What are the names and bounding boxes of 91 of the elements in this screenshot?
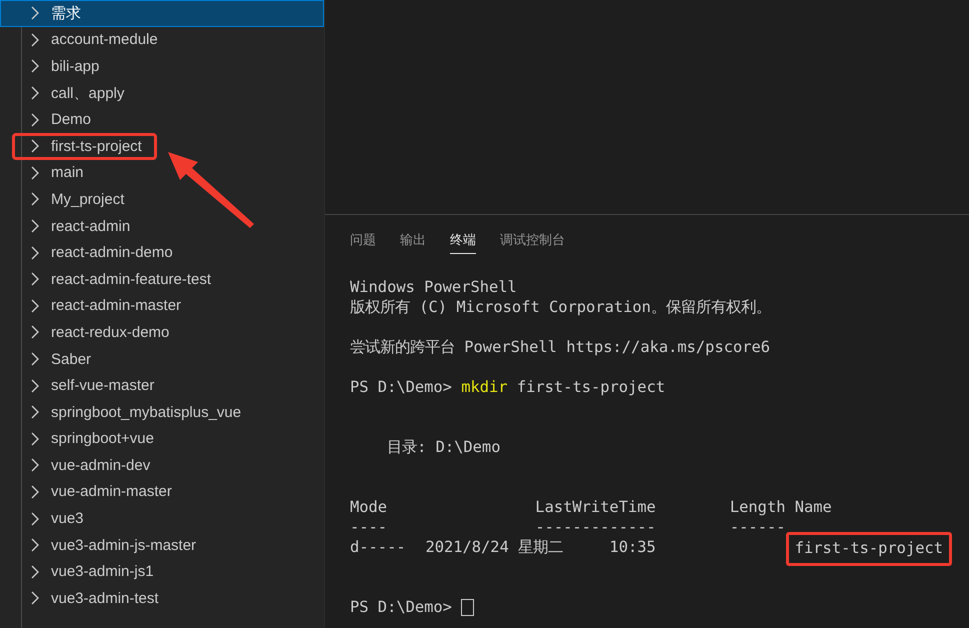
- chevron-icon: [30, 484, 40, 500]
- folder-item[interactable]: react-admin: [0, 212, 324, 240]
- folder-name: 需求: [50, 4, 82, 24]
- folder-item[interactable]: vue-admin-dev: [0, 452, 324, 479]
- folder-item[interactable]: bili-app: [0, 53, 324, 80]
- chevron-icon: [30, 430, 40, 447]
- command-argument: first-ts-project: [516, 378, 666, 396]
- folder-item[interactable]: springboot+vue: [0, 426, 324, 452]
- folder-item[interactable]: first-ts-project: [0, 132, 324, 160]
- folder-item[interactable]: react-redux-demo: [0, 319, 324, 346]
- column-underline: ----: [350, 517, 388, 537]
- chevron-icon: [30, 164, 40, 181]
- table-cell: first-ts-project: [786, 532, 952, 566]
- terminal-command: mkdir: [461, 378, 508, 396]
- folder-name: vue3: [50, 509, 85, 530]
- table-cell-text: 2021/8/24 星期二 10:35: [424, 537, 656, 557]
- folder-item[interactable]: vue3-admin-test: [0, 585, 324, 612]
- chevron-icon: [30, 351, 40, 368]
- column-header: Mode: [350, 497, 388, 517]
- chevron-icon: [30, 85, 40, 102]
- folder-item[interactable]: react-admin-master: [0, 292, 324, 320]
- chevron-icon: [30, 191, 40, 208]
- folder-name: vue3-admin-js-master: [50, 536, 198, 556]
- folder-name: springboot+vue: [50, 429, 155, 450]
- folder-name: My_project: [50, 190, 126, 210]
- folder-name: react-admin-master: [50, 296, 182, 316]
- chevron-icon: [30, 298, 40, 314]
- folder-name: bili-app: [50, 56, 100, 77]
- folder-name: springboot_mybatisplus_vue: [50, 402, 242, 423]
- terminal-prompt: PS D:\Demo>: [350, 598, 452, 616]
- folder-item[interactable]: Saber: [0, 346, 324, 372]
- chevron-icon: [30, 537, 40, 554]
- chevron-icon: [30, 590, 40, 606]
- folder-item[interactable]: main: [0, 160, 324, 186]
- folder-name: vue-admin-dev: [50, 456, 152, 476]
- terminal-prompt: PS D:\Demo>: [350, 378, 452, 396]
- chevron-icon: [30, 244, 40, 261]
- chevron-icon: [30, 404, 40, 420]
- folder-name: react-admin-demo: [50, 243, 174, 264]
- terminal-line: 版权所有 (C) Microsoft Corporation。保留所有权利。: [350, 297, 772, 317]
- folder-name: vue-admin-master: [50, 482, 173, 502]
- chevron-icon: [30, 324, 40, 340]
- folder-item[interactable]: vue3: [0, 505, 324, 532]
- folder-name: vue3-admin-test: [50, 588, 160, 609]
- chevron-icon: [30, 378, 40, 394]
- chevron-icon: [30, 457, 40, 474]
- chevron-icon: [30, 32, 40, 48]
- folder-item[interactable]: 需求: [0, 0, 324, 27]
- folder-name: react-redux-demo: [50, 322, 170, 343]
- panel-tab[interactable]: 问题: [350, 226, 376, 254]
- chevron-icon: [30, 271, 40, 288]
- folder-name: first-ts-project: [12, 132, 157, 160]
- folder-item[interactable]: springboot_mybatisplus_vue: [0, 398, 324, 426]
- folder-item[interactable]: react-admin-demo: [0, 239, 324, 266]
- terminal-line: 尝试新的跨平台 PowerShell https://aka.ms/pscore6: [350, 337, 772, 357]
- folder-item[interactable]: self-vue-master: [0, 372, 324, 399]
- table-cell-text: d-----: [350, 537, 407, 557]
- folder-name: react-admin: [50, 216, 132, 237]
- folder-name: self-vue-master: [50, 376, 156, 396]
- folder-item[interactable]: react-admin-feature-test: [0, 266, 324, 293]
- folder-name: call、apply: [50, 84, 126, 104]
- panel-tab[interactable]: 输出: [400, 226, 426, 254]
- chevron-icon: [30, 510, 40, 527]
- chevron-icon: [30, 564, 40, 580]
- chevron-icon: [30, 112, 40, 128]
- chevron-icon: [30, 218, 40, 234]
- folder-item[interactable]: call、apply: [0, 80, 324, 106]
- folder-item[interactable]: Demo: [0, 106, 324, 133]
- folder-item[interactable]: vue3-admin-js1: [0, 558, 324, 586]
- column-underline: ------: [730, 517, 786, 537]
- column-header: Length: [728, 497, 786, 517]
- folder-name: Demo: [50, 110, 92, 130]
- folder-item[interactable]: account-medule: [0, 26, 324, 54]
- terminal-line: 目录: D:\Demo: [387, 438, 500, 456]
- chevron-icon: [30, 138, 40, 154]
- folder-name: vue3-admin-js1: [50, 562, 155, 582]
- column-header: LastWriteTime: [534, 497, 656, 517]
- column-header: Name: [794, 497, 832, 517]
- column-underline: -------------: [535, 517, 656, 537]
- chevron-icon: [30, 58, 40, 74]
- chevron-icon: [30, 5, 40, 22]
- folder-name: Saber: [50, 350, 92, 370]
- folder-item[interactable]: vue-admin-master: [0, 478, 324, 506]
- panel-tab[interactable]: 终端: [450, 226, 476, 254]
- folder-item[interactable]: My_project: [0, 186, 324, 213]
- folder-name: react-admin-feature-test: [50, 270, 212, 290]
- folder-name: account-medule: [50, 30, 159, 50]
- folder-name: main: [50, 163, 85, 184]
- panel-tab[interactable]: 调试控制台: [500, 226, 565, 254]
- folder-item[interactable]: vue3-admin-js-master: [0, 532, 324, 558]
- terminal-line: Windows PowerShell: [350, 277, 518, 297]
